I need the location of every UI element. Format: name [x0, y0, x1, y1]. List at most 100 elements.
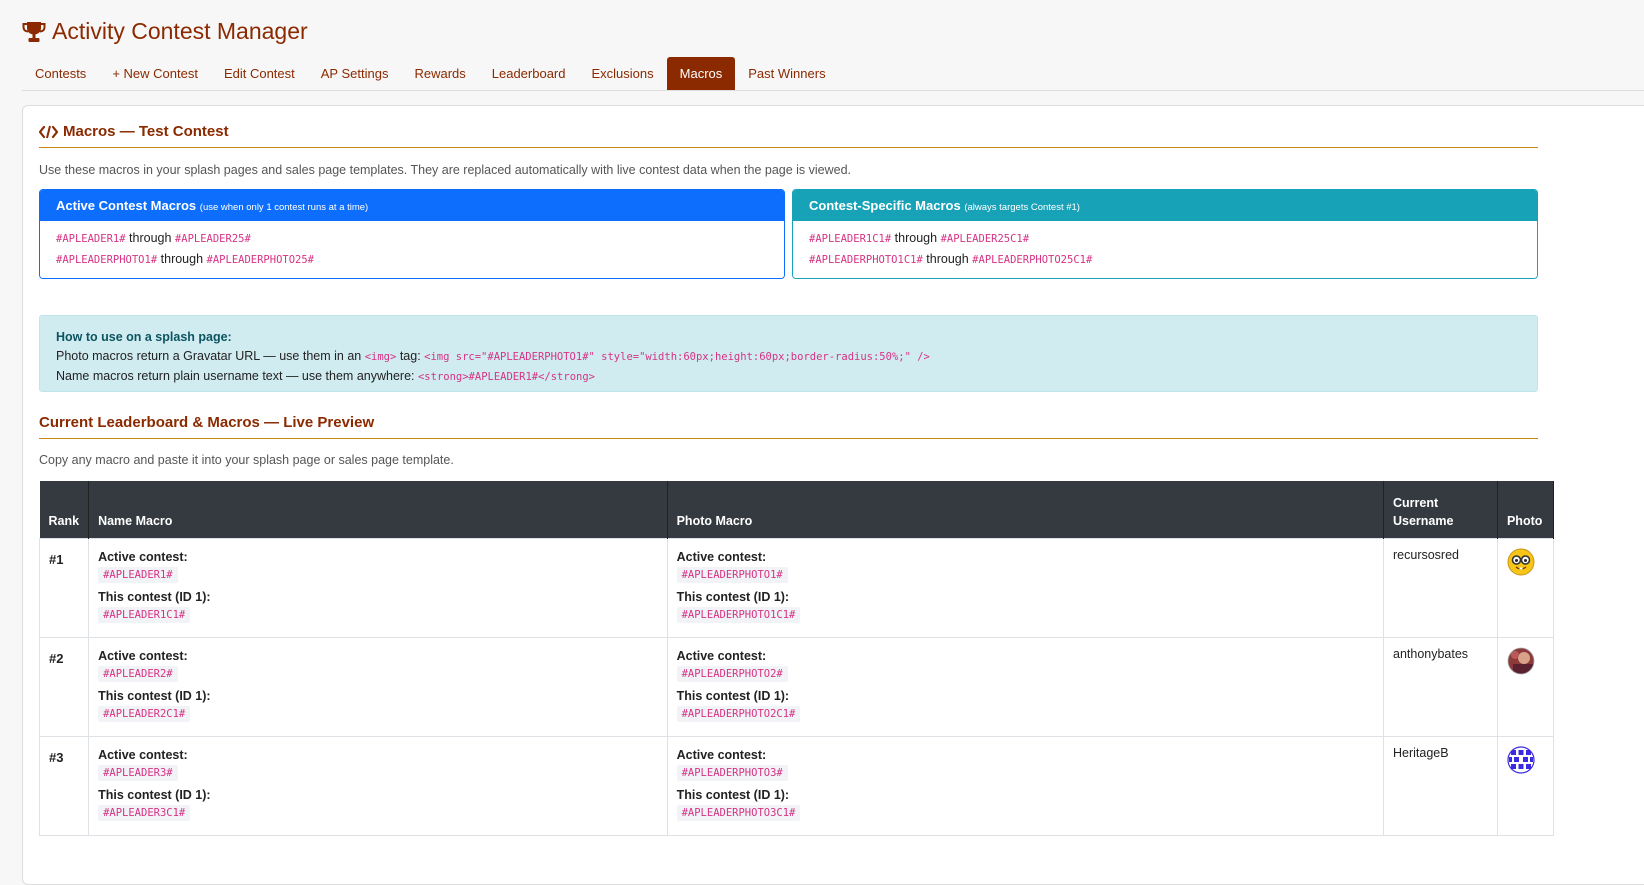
strong-example-code[interactable]: <strong>#APLEADER1#</strong>: [418, 371, 595, 383]
macro-code[interactable]: #APLEADERPHOTO3C1#: [676, 804, 801, 821]
header-photo: Photo: [1497, 481, 1555, 538]
macro-code[interactable]: #APLEADER1C1#: [98, 606, 191, 623]
active-box-line-leader: #APLEADER1# through #APLEADER25#: [56, 228, 768, 249]
macro-boxes: Active Contest Macros (use when only 1 c…: [39, 189, 1538, 279]
specific-box-line-photo: #APLEADERPHOTO1C1# through #APLEADERPHOT…: [809, 249, 1521, 270]
specific-box-header: Contest-Specific Macros (always targets …: [793, 190, 1537, 221]
specific-box-body: #APLEADER1C1# through #APLEADER25C1# #AP…: [793, 221, 1537, 278]
macro-code[interactable]: #APLEADERPHOTO2C1#: [676, 705, 801, 722]
rank-cell: #2: [38, 636, 90, 737]
macro-code[interactable]: #APLEADER1#: [56, 233, 126, 245]
this-contest-label: This contest (ID 1):: [98, 688, 211, 703]
macro-code[interactable]: #APLEADER3C1#: [98, 804, 191, 821]
through-text: through: [894, 231, 938, 245]
tab-contests[interactable]: Contests: [22, 57, 99, 90]
specific-box-subtitle: (always targets Contest #1): [964, 202, 1080, 213]
active-box-header: Active Contest Macros (use when only 1 c…: [40, 190, 784, 221]
macro-code[interactable]: #APLEADER1#: [98, 566, 178, 583]
macro-code[interactable]: #APLEADER1C1#: [809, 233, 891, 245]
leaderboard-table: Rank Name Macro Photo Macro Current User…: [38, 481, 1555, 836]
macro-code[interactable]: #APLEADERPHOTO1#: [676, 566, 788, 583]
table-header-row: Rank Name Macro Photo Macro Current User…: [39, 481, 1555, 538]
macro-code[interactable]: #APLEADERPHOTO3#: [676, 764, 788, 781]
username-cell: anthonybates: [1383, 636, 1498, 737]
img-example-code[interactable]: <img src="#APLEADERPHOTO1#" style="width…: [424, 351, 930, 363]
macro-code[interactable]: #APLEADERPHOTO25C1#: [972, 254, 1092, 266]
macros-card: Macros — Test Contest Use these macros i…: [22, 105, 1644, 885]
tab-edit-contest[interactable]: Edit Contest: [211, 57, 308, 90]
active-box-subtitle: (use when only 1 contest runs at a time): [199, 202, 369, 213]
active-box-body: #APLEADER1# through #APLEADER25# #APLEAD…: [40, 221, 784, 278]
app-title-text: Activity Contest Manager: [52, 18, 308, 44]
code-icon: [39, 125, 58, 138]
macro-code[interactable]: #APLEADERPHOTO1#: [56, 254, 157, 266]
leaderboard-description: Copy any macro and paste it into your sp…: [39, 453, 454, 467]
specific-box-title: Contest-Specific Macros: [809, 198, 961, 213]
rank-cell: #1: [38, 537, 90, 638]
through-text: through: [160, 252, 204, 266]
this-contest-label: This contest (ID 1):: [98, 589, 211, 604]
active-contest-label: Active contest:: [676, 747, 767, 762]
nerd-face-avatar-icon: [1507, 548, 1535, 575]
macro-code[interactable]: #APLEADER2C1#: [98, 705, 191, 722]
macro-code[interactable]: #APLEADER3#: [98, 764, 178, 781]
this-contest-label: This contest (ID 1):: [676, 787, 790, 802]
macros-title-text: Macros — Test Contest: [63, 123, 229, 140]
header-username-line1: Current: [1393, 495, 1439, 510]
this-contest-label: This contest (ID 1):: [676, 688, 790, 703]
tab-macros[interactable]: Macros: [666, 57, 736, 90]
macros-section-title: Macros — Test Contest: [39, 106, 1538, 148]
tab-ap-settings[interactable]: AP Settings: [308, 57, 402, 90]
this-contest-label: This contest (ID 1):: [676, 589, 790, 604]
name-macro-cell: Active contest: #APLEADER3# This contest…: [88, 735, 668, 836]
nav-tabs: Contests + New Contest Edit Contest AP S…: [22, 54, 1644, 91]
specific-box-line-leader: #APLEADER1C1# through #APLEADER25C1#: [809, 228, 1521, 249]
contest-specific-macros-box: Contest-Specific Macros (always targets …: [792, 189, 1538, 279]
active-contest-label: Active contest:: [676, 648, 767, 663]
through-text: through: [129, 231, 172, 245]
active-contest-label: Active contest:: [98, 747, 188, 762]
macros-description: Use these macros in your splash pages an…: [39, 163, 852, 177]
active-contest-label: Active contest:: [676, 549, 767, 564]
macro-code[interactable]: #APLEADERPHOTO25#: [207, 254, 314, 266]
macro-code[interactable]: #APLEADERPHOTO1C1#: [676, 606, 801, 623]
photo-cell: [1496, 735, 1555, 836]
trophy-icon: [22, 21, 46, 42]
active-contest-macros-box: Active Contest Macros (use when only 1 c…: [39, 189, 785, 279]
howto-info-box: How to use on a splash page: Photo macro…: [39, 315, 1538, 392]
tab-past-winners[interactable]: Past Winners: [735, 57, 838, 90]
photo-avatar-icon: [1507, 647, 1535, 674]
howto-line-photo: Photo macros return a Gravatar URL — use…: [56, 347, 1521, 367]
header-username-line2: Username: [1393, 513, 1454, 528]
header-current-username: Current Username: [1383, 481, 1498, 538]
macro-code[interactable]: #APLEADERPHOTO2#: [676, 665, 788, 682]
identicon-avatar-icon: [1507, 745, 1535, 774]
tab-rewards[interactable]: Rewards: [401, 57, 478, 90]
name-macro-cell: Active contest: #APLEADER2# This contest…: [88, 636, 668, 737]
photo-cell: [1496, 537, 1555, 638]
macro-code[interactable]: #APLEADER25#: [175, 233, 251, 245]
tab-leaderboard[interactable]: Leaderboard: [479, 57, 579, 90]
table-row: #2 Active contest: #APLEADER2# This cont…: [38, 636, 1555, 737]
active-box-line-photo: #APLEADERPHOTO1# through #APLEADERPHOTO2…: [56, 249, 768, 270]
active-box-title: Active Contest Macros: [56, 198, 197, 213]
header-rank: Rank: [39, 481, 90, 538]
macro-code[interactable]: #APLEADER25C1#: [941, 233, 1030, 245]
macro-code[interactable]: #APLEADER2#: [98, 665, 178, 682]
photo-macro-cell: Active contest: #APLEADERPHOTO1# This co…: [666, 537, 1385, 638]
macro-code[interactable]: #APLEADERPHOTO1C1#: [809, 254, 923, 266]
photo-macro-cell: Active contest: #APLEADERPHOTO2# This co…: [666, 636, 1385, 737]
table-row: #3 Active contest: #APLEADER3# This cont…: [38, 735, 1555, 836]
tab-exclusions[interactable]: Exclusions: [579, 57, 667, 90]
username-cell: recursosred: [1383, 537, 1498, 638]
header-photo-macro: Photo Macro: [667, 481, 1385, 538]
through-text: through: [926, 252, 969, 266]
img-tag-code[interactable]: <img>: [365, 351, 397, 363]
tab-new-contest[interactable]: + New Contest: [99, 57, 211, 90]
app-title: Activity Contest Manager: [22, 18, 1644, 45]
photo-macro-cell: Active contest: #APLEADERPHOTO3# This co…: [666, 735, 1385, 836]
howto-text: Name macros return plain username text —…: [56, 369, 415, 383]
howto-label: How to use on a splash page:: [56, 330, 232, 344]
photo-cell: [1496, 636, 1555, 737]
leaderboard-section-title: Current Leaderboard & Macros — Live Prev…: [39, 392, 1538, 439]
